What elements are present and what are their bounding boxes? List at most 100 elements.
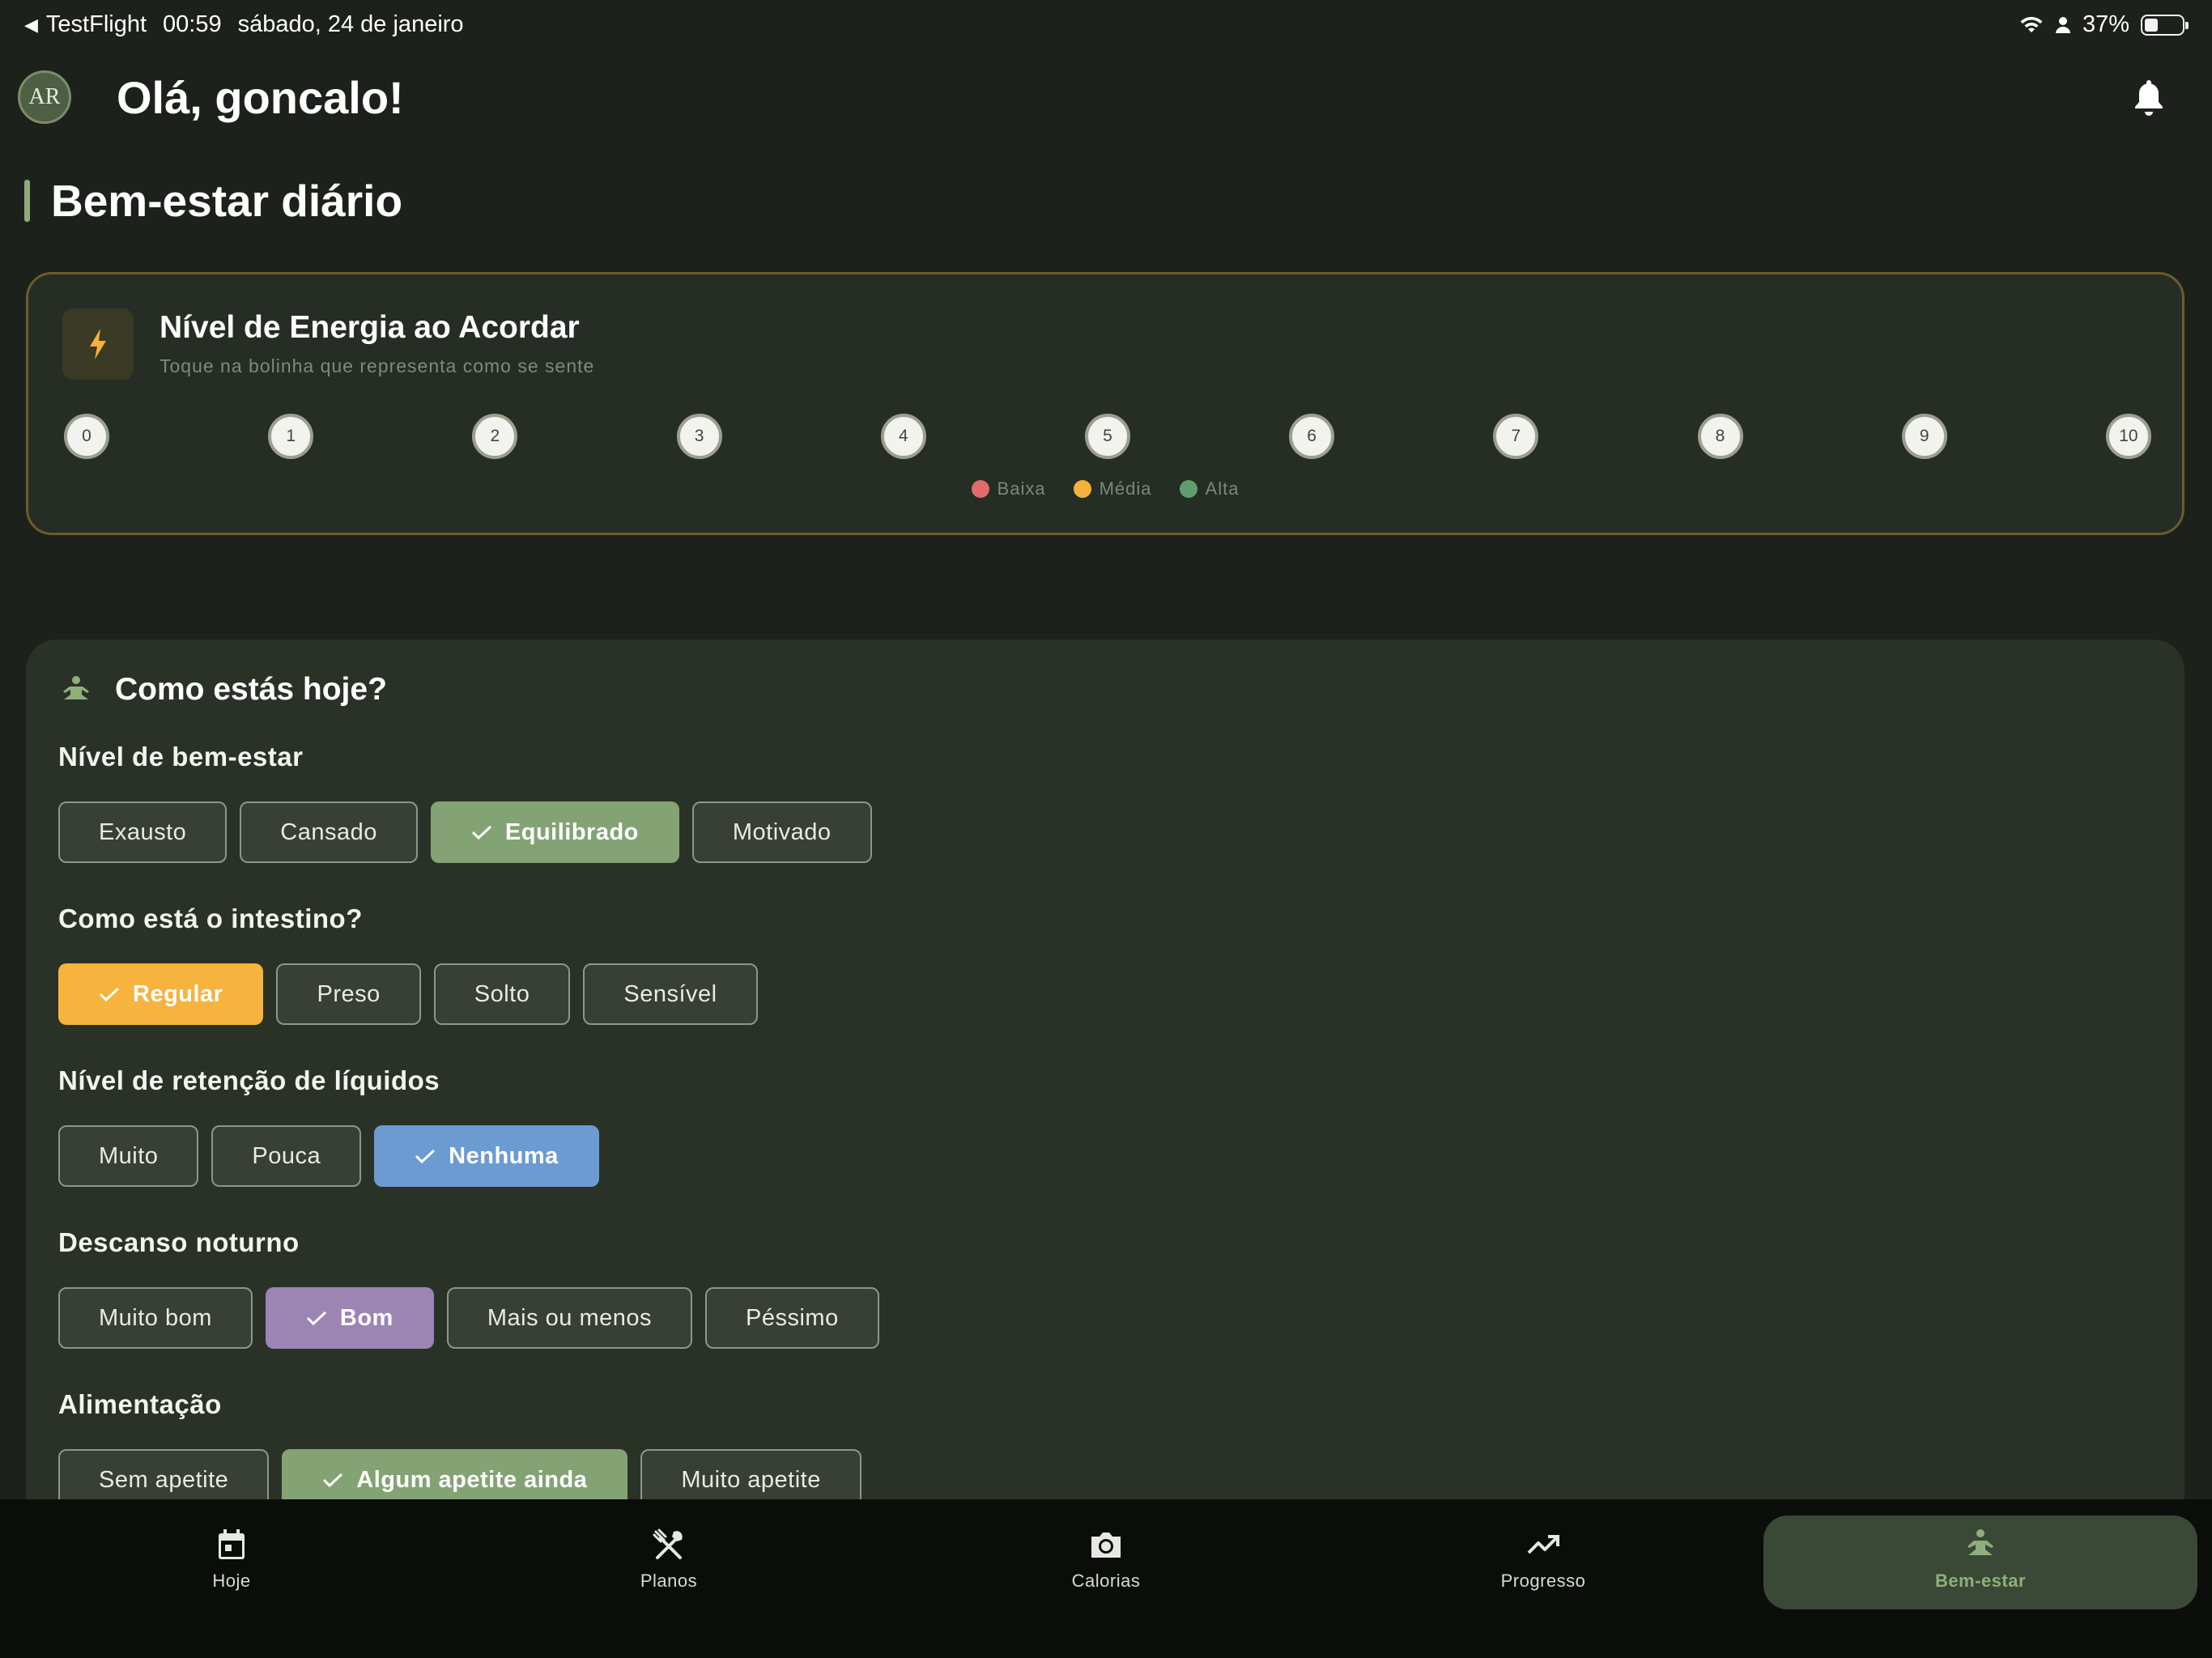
mood-title: Como estás hoje? [115, 672, 387, 707]
battery-icon [2141, 14, 2189, 36]
energy-dot-4[interactable]: 4 [880, 414, 926, 459]
status-bar-left: ◀ TestFlight 00:59 sábado, 24 de janeiro [24, 11, 464, 38]
option-label: Muito [99, 1142, 159, 1169]
bottom-navigation: Hoje Planos Calorias Progresso Bem-estar [0, 1499, 2212, 1658]
wifi-icon [2020, 16, 2043, 32]
energy-title: Nível de Energia ao Acordar [160, 310, 580, 345]
person-icon [2055, 16, 2070, 33]
status-time: 00:59 [163, 11, 222, 37]
energy-dot-6[interactable]: 6 [1289, 414, 1335, 459]
check-icon [323, 1473, 343, 1488]
option-label: Nenhuma [449, 1142, 559, 1169]
energy-dot-5[interactable]: 5 [1084, 414, 1130, 459]
status-bar-right: 37% [2019, 11, 2189, 38]
group-label: Como está o intestino? [58, 903, 363, 933]
option-chip[interactable]: Preso [276, 963, 421, 1025]
option-label: Algum apetite ainda [356, 1466, 588, 1493]
option-chip[interactable]: Exausto [58, 801, 228, 863]
status-bar: ◀ TestFlight 00:59 sábado, 24 de janeiro… [0, 0, 2212, 52]
option-chip[interactable]: Sensível [583, 963, 758, 1025]
option-chip[interactable]: Solto [433, 963, 571, 1025]
nav-label-calorias: Calorias [1071, 1571, 1141, 1591]
energy-dot-3[interactable]: 3 [676, 414, 722, 459]
utensils-icon [653, 1528, 683, 1559]
nav-item-progresso[interactable]: Progresso [1422, 1527, 1665, 1592]
option-label: Bom [339, 1304, 393, 1331]
battery-percent: 37% [2082, 11, 2129, 37]
energy-dot-1[interactable]: 1 [268, 414, 314, 459]
legend-item: Baixa [971, 478, 1046, 500]
energy-scale: 0 1 2 3 4 5 6 7 8 9 10 [64, 414, 2151, 462]
nav-item-planos[interactable]: Planos [547, 1527, 790, 1592]
avatar-logo-text: AR [28, 84, 61, 109]
option-label: Exausto [99, 818, 187, 845]
option-label: Sensível [623, 980, 717, 1007]
option-label: Muito bom [99, 1304, 212, 1331]
group-label: Nível de retenção de líquidos [58, 1065, 440, 1095]
option-chip[interactable]: Cansado [240, 801, 418, 863]
nav-item-hoje[interactable]: Hoje [110, 1527, 353, 1592]
option-label: Sem apetite [99, 1466, 229, 1493]
check-icon [99, 987, 120, 1002]
option-chip[interactable]: Péssimo [705, 1287, 879, 1349]
option-label: Cansado [280, 818, 377, 845]
energy-dot-0[interactable]: 0 [64, 414, 109, 459]
energy-subtitle: Toque na bolinha que representa como se … [160, 355, 595, 376]
option-label: Mais ou menos [487, 1304, 652, 1331]
option-chip[interactable]: Muito bom [58, 1287, 253, 1349]
option-chip[interactable]: Regular [58, 963, 264, 1025]
option-label: Solto [474, 980, 530, 1007]
option-chip[interactable]: Muito [58, 1125, 199, 1187]
option-group: Muito bom Bom Mais ou menos Péssimo [58, 1287, 879, 1349]
legend-swatch [1073, 480, 1091, 498]
energy-dot-2[interactable]: 2 [472, 414, 518, 459]
nav-item-bem-estar[interactable]: Bem-estar [1859, 1527, 2102, 1592]
bell-icon[interactable] [2131, 78, 2167, 118]
option-chip[interactable]: Mais ou menos [446, 1287, 692, 1349]
legend-item: Média [1073, 478, 1152, 500]
option-chip[interactable]: Nenhuma [374, 1125, 599, 1187]
option-label: Motivado [732, 818, 832, 845]
legend-label: Média [1099, 478, 1152, 499]
check-icon [415, 1149, 436, 1164]
legend-label: Baixa [997, 478, 1046, 499]
option-chip[interactable]: Bom [265, 1287, 434, 1349]
energy-dot-7[interactable]: 7 [1493, 414, 1539, 459]
option-chip[interactable]: Pouca [211, 1125, 362, 1187]
section-accent-bar [24, 180, 30, 222]
option-group: Exausto Cansado Equilibrado Motivado [58, 801, 872, 863]
mood-header: Como estás hoje? [60, 672, 387, 708]
nav-label-progresso: Progresso [1500, 1571, 1586, 1591]
nav-item-calorias[interactable]: Calorias [985, 1527, 1227, 1592]
greeting-title: Olá, goncalo! [117, 72, 404, 123]
group-label: Alimentação [58, 1389, 222, 1419]
energy-dot-10[interactable]: 10 [2105, 414, 2151, 459]
meditation-icon [1967, 1529, 1993, 1555]
nav-label-hoje: Hoje [212, 1571, 251, 1591]
legend-item: Alta [1179, 478, 1240, 500]
option-group: Regular Preso Solto Sensível [58, 963, 758, 1025]
calendar-icon [219, 1529, 245, 1559]
check-icon [306, 1311, 326, 1326]
option-label: Regular [133, 980, 223, 1007]
option-label: Péssimo [746, 1304, 839, 1331]
option-group: Muito Pouca Nenhuma [58, 1125, 599, 1187]
legend-swatch [1179, 480, 1197, 498]
group-label: Nível de bem-estar [58, 742, 304, 772]
energy-dot-9[interactable]: 9 [1901, 414, 1947, 459]
meditation-icon [63, 676, 89, 699]
option-label: Muito apetite [681, 1466, 821, 1493]
nav-label-bem-estar: Bem-estar [1934, 1571, 2027, 1591]
camera-icon [1091, 1533, 1121, 1558]
option-chip[interactable]: Equilibrado [430, 801, 679, 863]
lightning-icon [62, 308, 134, 380]
nav-label-planos: Planos [640, 1571, 698, 1591]
option-label: Preso [317, 980, 381, 1007]
option-label: Pouca [252, 1142, 321, 1169]
avatar[interactable]: AR [18, 70, 71, 124]
energy-dot-8[interactable]: 8 [1697, 414, 1743, 459]
back-app-label[interactable]: TestFlight [46, 11, 147, 38]
option-chip[interactable]: Motivado [691, 801, 872, 863]
energy-card: Nível de Energia ao Acordar Toque na bol… [26, 272, 2184, 535]
back-arrow-icon[interactable]: ◀ [24, 15, 38, 36]
